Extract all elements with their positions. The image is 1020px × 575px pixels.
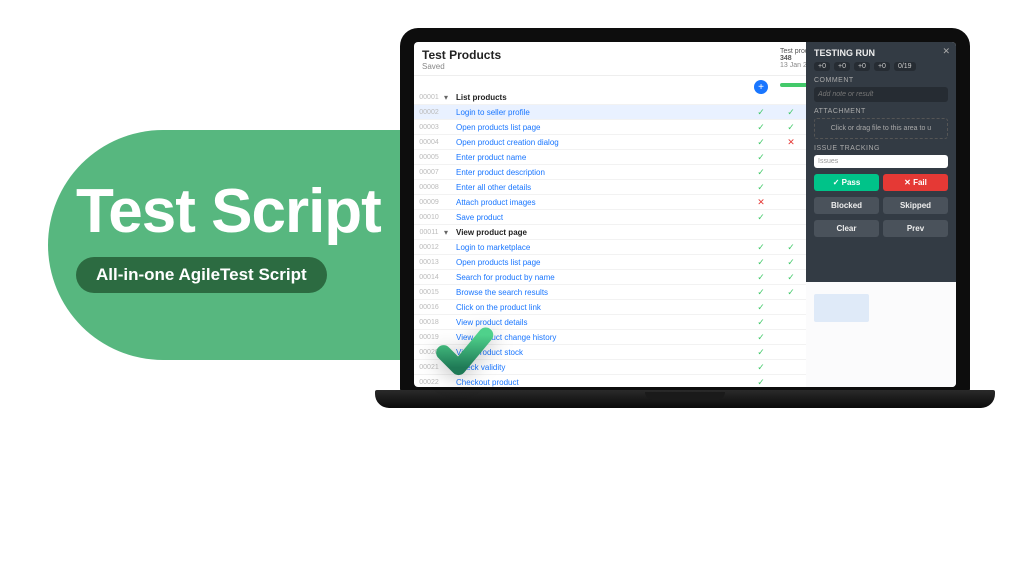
attachment-dropzone[interactable]: Click or drag file to this area to u	[814, 118, 948, 139]
attachment-label: ATTACHMENT	[814, 108, 948, 115]
step-row[interactable]: 00004Open product creation dialog✓✕	[414, 135, 806, 150]
step-row[interactable]: 00008Enter all other details✓	[414, 180, 806, 195]
hero-text: Test Script All-in-one AgileTest Script	[76, 176, 381, 293]
issue-label: ISSUE TRACKING	[814, 145, 948, 152]
count-badge: +0	[814, 62, 830, 71]
pass-button[interactable]: ✓ Pass	[814, 174, 879, 191]
checkmark-icon	[430, 320, 498, 388]
blocked-button[interactable]: Blocked	[814, 197, 879, 214]
step-row[interactable]: 00002Login to seller profile✓✓	[414, 105, 806, 120]
skipped-button[interactable]: Skipped	[883, 197, 948, 214]
testing-run-panel: ✕ TESTING RUN +0 +0 +0 +0 0/19 COMMENT Add n…	[806, 42, 956, 282]
count-badge: +0	[834, 62, 850, 71]
page-title: Test Products	[422, 48, 780, 62]
step-row[interactable]: 00014Search for product by name✓✓	[414, 270, 806, 285]
step-row[interactable]: 00009Attach product images✕	[414, 195, 806, 210]
issue-input[interactable]: Issues	[814, 155, 948, 168]
step-row[interactable]: 00005Enter product name✓	[414, 150, 806, 165]
count-badge: 0/19	[894, 62, 916, 71]
step-row[interactable]: 00003Open products list page✓✓	[414, 120, 806, 135]
close-icon[interactable]: ✕	[942, 46, 950, 57]
fail-button[interactable]: ✕ Fail	[883, 174, 948, 191]
step-row[interactable]: 00016Click on the product link✓	[414, 300, 806, 315]
comment-input[interactable]: Add note or result	[814, 87, 948, 102]
hero-subtitle: All-in-one AgileTest Script	[76, 257, 327, 293]
panel-title: TESTING RUN	[814, 48, 948, 58]
step-group[interactable]: 00001▾List products	[414, 90, 806, 105]
step-row[interactable]: 00007Enter product description✓	[414, 165, 806, 180]
prev-button[interactable]: Prev	[883, 220, 948, 237]
comment-label: COMMENT	[814, 77, 948, 84]
step-row[interactable]: 00013Open products list page✓✓	[414, 255, 806, 270]
step-row[interactable]: 00015Browse the search results✓✓	[414, 285, 806, 300]
step-row[interactable]: 00010Save product✓	[414, 210, 806, 225]
saved-status: Saved	[422, 62, 780, 71]
clear-button[interactable]: Clear	[814, 220, 879, 237]
calendar-cell[interactable]	[814, 294, 869, 322]
calendar-area	[806, 282, 956, 387]
hero-title: Test Script	[76, 176, 381, 247]
step-row[interactable]: 00012Login to marketplace✓✓	[414, 240, 806, 255]
step-group[interactable]: 00011▾View product page	[414, 225, 806, 240]
count-badge: +0	[854, 62, 870, 71]
count-badge: +0	[874, 62, 890, 71]
